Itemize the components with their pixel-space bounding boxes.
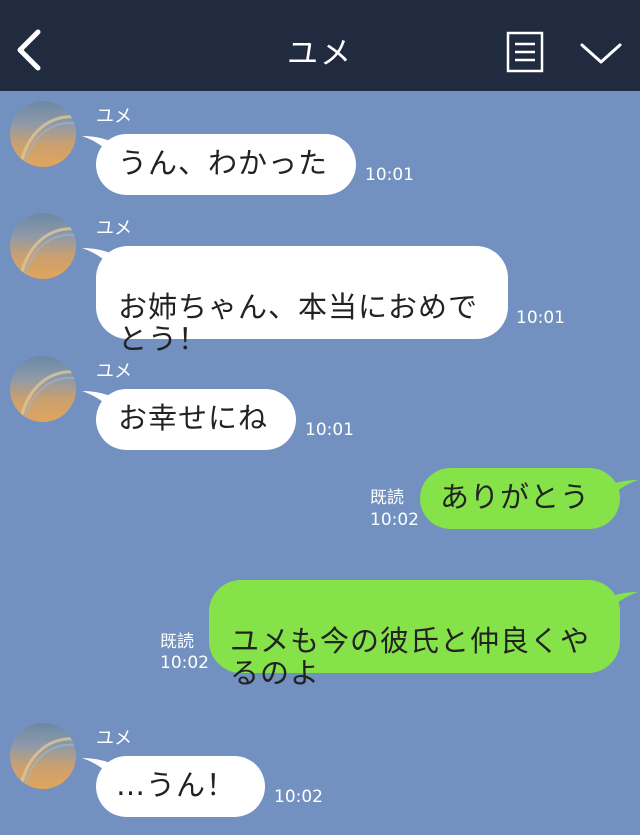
message-text: ありがとう xyxy=(440,480,591,514)
message-bubble[interactable]: ありがとう xyxy=(420,468,620,529)
message-text: お姉ちゃん、本当におめで とう！ xyxy=(118,290,479,356)
avatar[interactable] xyxy=(10,723,76,789)
rainbow-icon xyxy=(18,370,76,422)
message-text: ユメも今の彼氏と仲良くや るのよ xyxy=(230,624,591,690)
message-bubble[interactable]: …うん！ xyxy=(96,756,265,817)
message-bubble[interactable]: うん、わかった xyxy=(96,134,356,195)
timestamp: 10:01 xyxy=(365,165,414,185)
sender-name: ユメ xyxy=(96,218,132,239)
read-receipt: 既読 xyxy=(160,632,194,652)
list-icon xyxy=(506,31,544,73)
timestamp: 10:01 xyxy=(516,308,565,328)
timestamp: 10:02 xyxy=(274,787,323,807)
message-text: うん、わかった xyxy=(118,146,329,180)
rainbow-icon xyxy=(18,737,76,789)
rainbow-icon xyxy=(18,115,76,167)
read-receipt: 既読 xyxy=(370,488,404,508)
avatar[interactable] xyxy=(10,213,76,279)
timestamp: 10:02 xyxy=(160,653,209,673)
collapse-button[interactable] xyxy=(578,38,624,68)
message-bubble[interactable]: お姉ちゃん、本当におめで とう！ xyxy=(96,246,508,355)
message-bubble[interactable]: ユメも今の彼氏と仲良くや るのよ xyxy=(209,580,620,689)
message-bubble[interactable]: お幸せにね xyxy=(96,389,296,450)
sender-name: ユメ xyxy=(96,106,132,127)
chat-title: ユメ xyxy=(287,36,353,72)
chat-header: ユメ xyxy=(0,0,640,91)
chevron-down-icon xyxy=(580,43,622,64)
rainbow-icon xyxy=(18,227,76,279)
avatar[interactable] xyxy=(10,101,76,167)
message-text: …うん！ xyxy=(116,768,237,802)
sender-name: ユメ xyxy=(96,361,132,382)
sender-name: ユメ xyxy=(96,728,132,749)
message-text: お幸せにね xyxy=(118,401,269,435)
timestamp: 10:01 xyxy=(305,420,354,440)
timestamp: 10:02 xyxy=(370,510,419,530)
menu-button[interactable] xyxy=(506,31,544,73)
avatar[interactable] xyxy=(10,356,76,422)
